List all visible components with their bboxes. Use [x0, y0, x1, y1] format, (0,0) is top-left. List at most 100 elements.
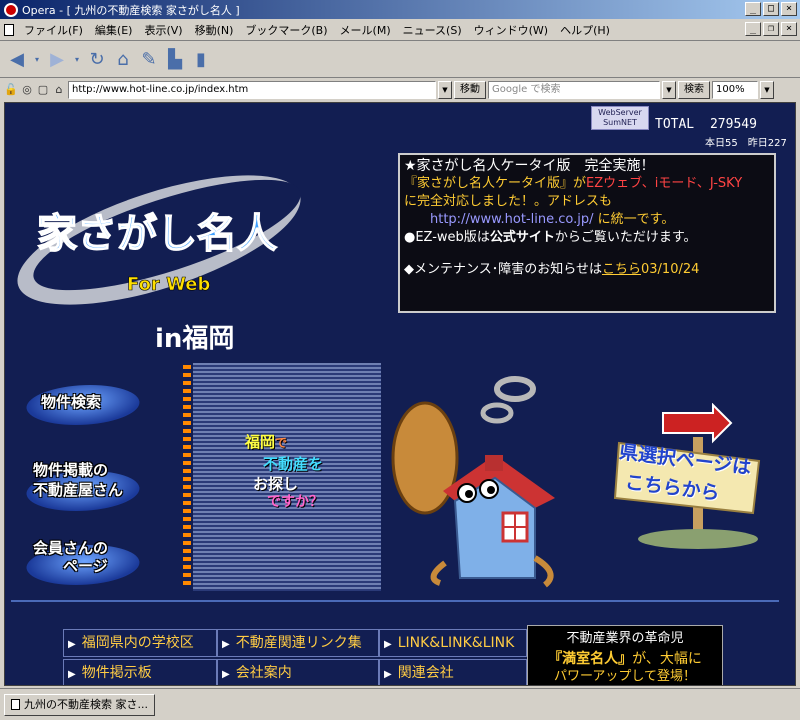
link-property-board-label: 物件掲示板	[81, 665, 152, 681]
link-link-link[interactable]: ▶ LINK&LINK&LINK	[379, 629, 527, 657]
link-arrow-icon: ▶	[384, 669, 392, 680]
menu-navigate[interactable]: 移動(N)	[189, 20, 240, 40]
webserver-badge[interactable]: WebServer SumNET	[591, 106, 649, 130]
member-page-button[interactable]: 会員さんの ページ	[19, 531, 147, 591]
doc-minimize-button[interactable]: _	[745, 22, 761, 36]
opera-logo-icon	[4, 2, 18, 17]
menu-view[interactable]: 表示(V)	[138, 20, 188, 40]
link-property-board[interactable]: ▶ 物件掲示板	[63, 659, 217, 685]
minimize-button[interactable]: _	[745, 2, 761, 16]
zoom-dropdown-button[interactable]: ▼	[760, 81, 774, 99]
zoom-field[interactable]: 100%	[712, 81, 758, 99]
tagline-desuka: ですか？	[267, 494, 323, 510]
close-button[interactable]: ×	[781, 2, 797, 16]
property-search-button[interactable]: 物件検索	[19, 375, 147, 427]
news-maintenance-date: 03/10/24	[641, 262, 700, 277]
forward-icon[interactable]: ▶	[46, 49, 68, 71]
menu-news[interactable]: ニュース(S)	[397, 20, 468, 40]
realtor-listing-label-2: 不動産屋さん	[33, 481, 124, 499]
news-line2: に完全対応しました！。アドレスも	[404, 194, 613, 209]
page-tab[interactable]: 九州の不動産検索 家さ...	[4, 693, 155, 716]
news-url-link[interactable]: http://www.hot-line.co.jp/	[430, 212, 593, 227]
news-ezweb-name: EZ-web版	[415, 230, 477, 245]
back-icon[interactable]: ◀	[6, 49, 28, 71]
realtor-listing-button[interactable]: 物件掲載の 不動産屋さん	[19, 455, 147, 515]
news-headline: ★家さがし名人ケータイ版 完全実施！	[404, 158, 655, 174]
link-arrow-icon: ▶	[68, 669, 76, 680]
menu-file[interactable]: ファイル(F)	[18, 20, 89, 40]
link-arrow-icon: ▶	[222, 639, 230, 650]
news-maintenance-text: ◆メンテナンス･障害のお知らせは	[404, 262, 602, 277]
page-icon[interactable]: ▢	[36, 83, 50, 97]
menu-edit[interactable]: 編集(E)	[89, 20, 139, 40]
promo-product: 『満室名人』	[548, 651, 633, 667]
page-content: WebServer SumNET TOTAL 279549 本日55 昨日227…	[4, 102, 796, 686]
address-bar: 🔓 ◎ ▢ ⌂ http://www.hot-line.co.jp/index.…	[0, 79, 800, 101]
navigation-toolbar: ◀ ▾ ▶ ▾ ↻ ⌂ ✎ ▙ ▮	[0, 42, 800, 78]
link-realestate-links-label: 不動産関連リンク集	[235, 635, 362, 651]
news-ezweb-tail: からご覧いただけます。	[554, 230, 697, 245]
content-divider	[11, 600, 779, 602]
status-bar: 九州の不動産検索 家さ...	[0, 688, 800, 720]
url-dropdown-button[interactable]: ▼	[438, 81, 452, 99]
link-affiliates-label: 関連会社	[397, 665, 454, 681]
menu-bookmarks[interactable]: ブックマーク(B)	[239, 20, 333, 40]
logo-subtitle: For Web	[127, 274, 210, 295]
promo-line3: パワーアップして登場！	[553, 669, 697, 684]
home-small-icon[interactable]: ⌂	[52, 83, 66, 97]
window-titlebar: Opera - [ 九州の不動産検索 家さがし名人 ] _ □ ×	[0, 0, 800, 19]
menu-mail[interactable]: メール(M)	[334, 20, 397, 40]
news-url-suffix: に統一です。	[597, 212, 675, 227]
home-icon[interactable]: ⌂	[112, 49, 134, 71]
notes-icon[interactable]: ▮	[190, 49, 212, 71]
reload-icon[interactable]: ↻	[86, 49, 108, 71]
page-tab-label: 九州の不動産検索 家さ...	[24, 697, 148, 711]
doc-close-button[interactable]: ×	[781, 22, 797, 36]
link-arrow-icon: ▶	[222, 669, 230, 680]
search-dropdown-button[interactable]: ▼	[662, 81, 676, 99]
menu-window[interactable]: ウィンドウ(W)	[468, 20, 554, 40]
search-button[interactable]: 検索	[678, 81, 710, 99]
link-affiliates[interactable]: ▶ 関連会社	[379, 659, 527, 685]
promo-line2-tail: が、大幅に	[632, 651, 702, 667]
search-input[interactable]: Google で検索	[488, 81, 660, 99]
menu-help[interactable]: ヘルプ(H)	[554, 20, 616, 40]
tagline-wo: を	[308, 455, 324, 473]
promo-box[interactable]: 不動産業界の革命児 『満室名人』が、大幅に パワーアップして登場！	[527, 625, 723, 685]
logo-title: 家さがし名人	[37, 211, 277, 257]
doc-restore-button[interactable]: ❐	[763, 22, 779, 36]
site-logo: 家さがし名人 For Web	[17, 175, 301, 305]
news-line1b: EZウェブ、iモード、J-SKY	[586, 176, 743, 191]
tab-page-icon	[11, 699, 20, 710]
link-school-district-label: 福岡県内の学校区	[81, 635, 194, 651]
news-maintenance-link[interactable]: こちら	[602, 262, 641, 277]
news-ezweb-bullet: ●	[404, 230, 416, 245]
url-input[interactable]: http://www.hot-line.co.jp/index.htm	[68, 81, 436, 99]
link-arrow-icon: ▶	[68, 639, 76, 650]
region-heading: in福岡	[155, 324, 235, 354]
member-page-label-2: ページ	[63, 557, 108, 575]
link-company-info[interactable]: ▶ 会社案内	[217, 659, 379, 685]
total-counter: TOTAL 279549	[655, 117, 757, 132]
total-value: 279549	[709, 117, 757, 132]
daily-counts: 本日55 昨日227	[705, 138, 787, 149]
tagline-line2: 不動産を	[263, 453, 323, 474]
link-realestate-links[interactable]: ▶ 不動産関連リンク集	[217, 629, 379, 657]
print-icon[interactable]: ▙	[164, 49, 186, 71]
window-title: Opera - [ 九州の不動産検索 家さがし名人 ]	[22, 3, 240, 17]
lock-icon[interactable]: 🔓	[4, 83, 18, 97]
go-button[interactable]: 移動	[454, 81, 486, 99]
maximize-button[interactable]: □	[763, 2, 779, 16]
total-label: TOTAL	[655, 117, 695, 132]
link-school-district[interactable]: ▶ 福岡県内の学校区	[63, 629, 217, 657]
hotlist-icon[interactable]: ✎	[138, 49, 160, 71]
identity-icon[interactable]: ◎	[20, 83, 34, 97]
forward-dropdown-icon[interactable]: ▾	[72, 49, 82, 71]
news-ezweb-wa: は	[476, 230, 490, 245]
member-page-label-1: 会員さんの	[33, 539, 109, 557]
news-line1a: 『家さがし名人ケータイ版』が	[404, 176, 587, 191]
back-dropdown-icon[interactable]: ▾	[32, 49, 42, 71]
news-official-site: 公式サイト	[489, 230, 555, 245]
promo-line1: 不動産業界の革命児	[566, 631, 684, 646]
document-icon	[4, 23, 14, 36]
